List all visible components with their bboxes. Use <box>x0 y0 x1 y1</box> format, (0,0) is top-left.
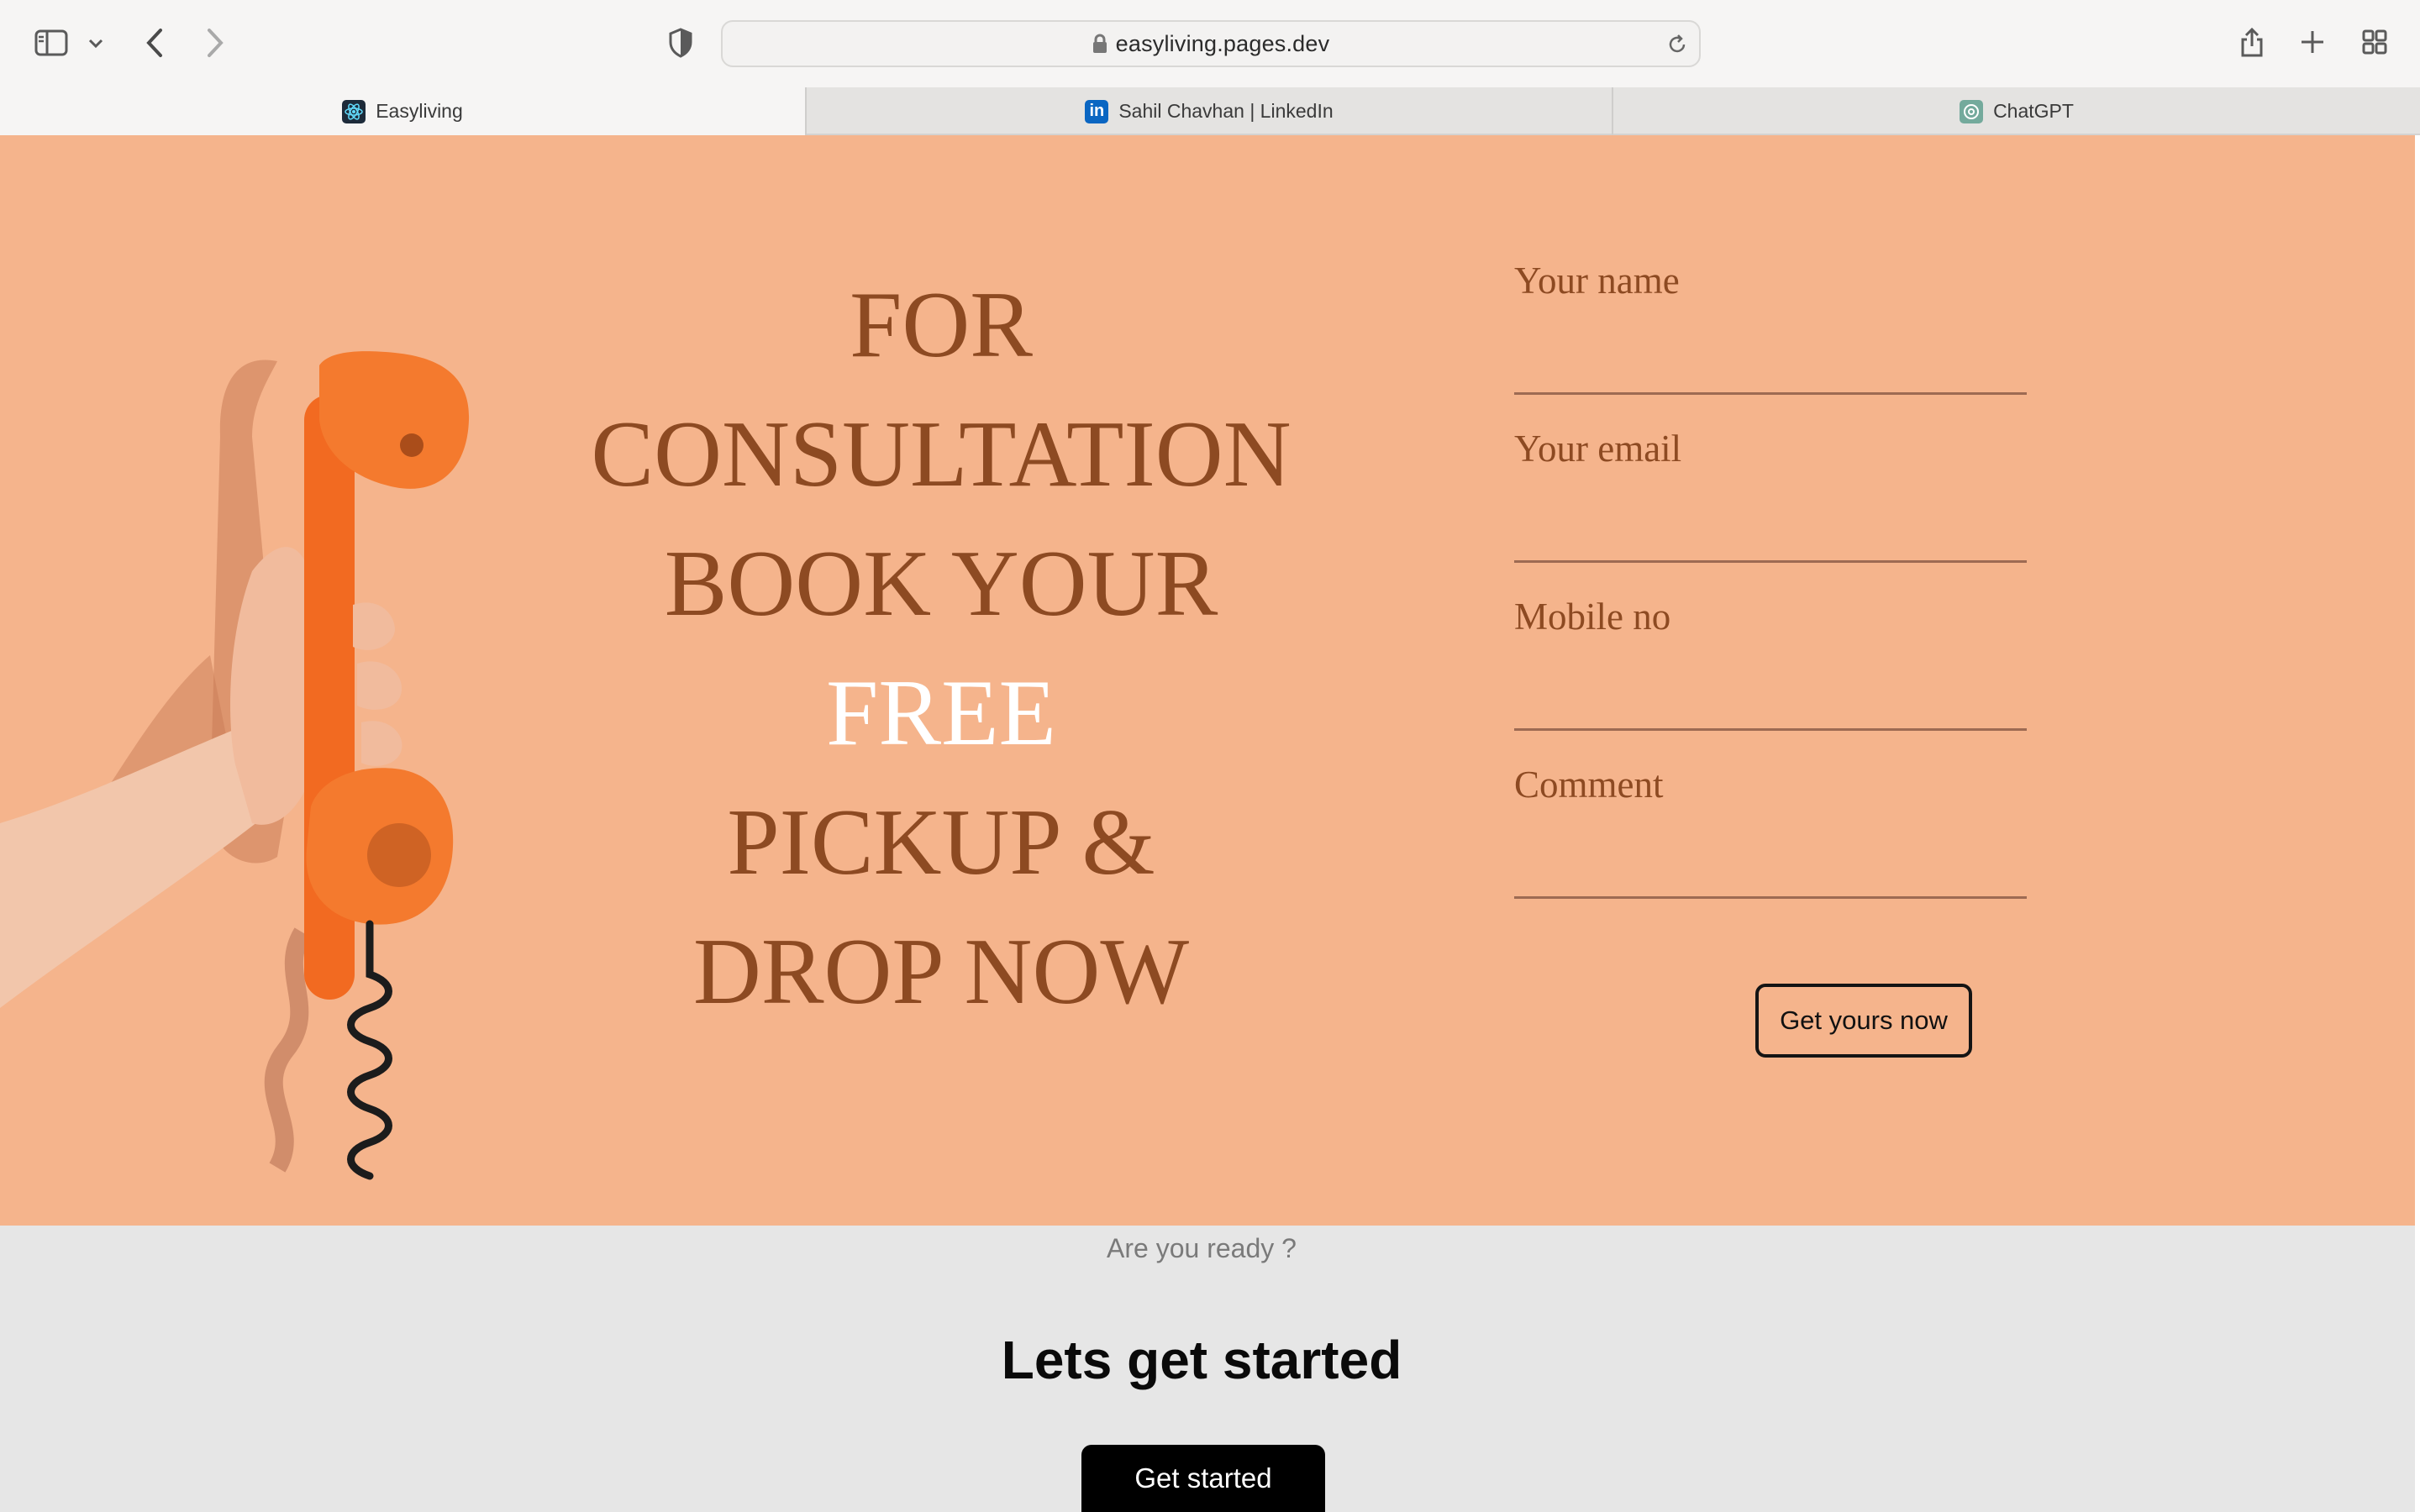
cta-subtitle: Are you ready ? <box>1107 1233 1297 1263</box>
tab-label: Easyliving <box>376 100 463 122</box>
react-icon <box>342 99 366 123</box>
sidebar-toggle-icon[interactable] <box>32 25 71 60</box>
address-bar[interactable]: easyliving.pages.dev <box>721 20 1701 67</box>
headline-line: FOR <box>850 273 1033 377</box>
browser-toolbar: easyliving.pages.dev <box>0 0 2420 87</box>
linkedin-icon: in <box>1085 99 1109 123</box>
comment-input[interactable] <box>1514 806 2027 899</box>
name-field: Your name <box>1514 252 2027 420</box>
headline-highlight: FREE <box>826 661 1056 765</box>
headline-line: PICKUP & <box>727 790 1155 895</box>
chatgpt-icon <box>1960 99 1984 123</box>
email-field: Your email <box>1514 420 2027 588</box>
tab-chatgpt[interactable]: ChatGPT <box>1613 87 2420 135</box>
reload-icon[interactable] <box>1665 33 1689 60</box>
lock-icon <box>1092 34 1107 54</box>
url-text: easyliving.pages.dev <box>1115 30 1330 56</box>
tab-bar: Easyliving in Sahil Chavhan | LinkedIn C… <box>0 87 2420 135</box>
mobile-field: Mobile no <box>1514 588 2027 756</box>
hero-headline: FOR CONSULTATION BOOK YOUR FREE PICKUP &… <box>538 260 1344 1037</box>
chevron-down-icon[interactable] <box>84 32 108 55</box>
tab-label: Sahil Chavhan | LinkedIn <box>1118 100 1334 122</box>
forward-icon[interactable] <box>198 24 232 62</box>
headline-line: DROP NOW <box>692 920 1190 1024</box>
cta-title: Lets get started <box>1001 1330 1402 1390</box>
tab-linkedin[interactable]: in Sahil Chavhan | LinkedIn <box>807 87 1612 135</box>
email-label: Your email <box>1514 428 1682 470</box>
tab-overview-icon[interactable] <box>2358 25 2391 59</box>
headline-line: CONSULTATION <box>591 402 1292 507</box>
comment-label: Comment <box>1514 764 1664 806</box>
booking-form: Your name Your email Mobile no Comment <box>1514 252 2027 924</box>
headline-line: BOOK YOUR <box>664 532 1218 636</box>
email-input[interactable] <box>1514 470 2027 563</box>
share-icon[interactable] <box>2235 22 2269 62</box>
get-yours-now-button[interactable]: Get yours now <box>1755 984 1972 1058</box>
tab-label: ChatGPT <box>1993 100 2074 122</box>
tab-easyliving[interactable]: Easyliving <box>0 87 805 135</box>
name-input[interactable] <box>1514 302 2027 395</box>
name-label: Your name <box>1514 260 1680 302</box>
mobile-label: Mobile no <box>1514 596 1671 638</box>
scrollbar-track[interactable] <box>2415 135 2420 1512</box>
mobile-input[interactable] <box>1514 638 2027 731</box>
privacy-shield-icon[interactable] <box>662 24 699 62</box>
phone-handset-illustration <box>0 351 470 1180</box>
back-icon[interactable] <box>138 24 171 62</box>
comment-field: Comment <box>1514 756 2027 924</box>
new-tab-icon[interactable] <box>2296 25 2328 59</box>
get-started-button[interactable]: Get started <box>1081 1445 1325 1512</box>
